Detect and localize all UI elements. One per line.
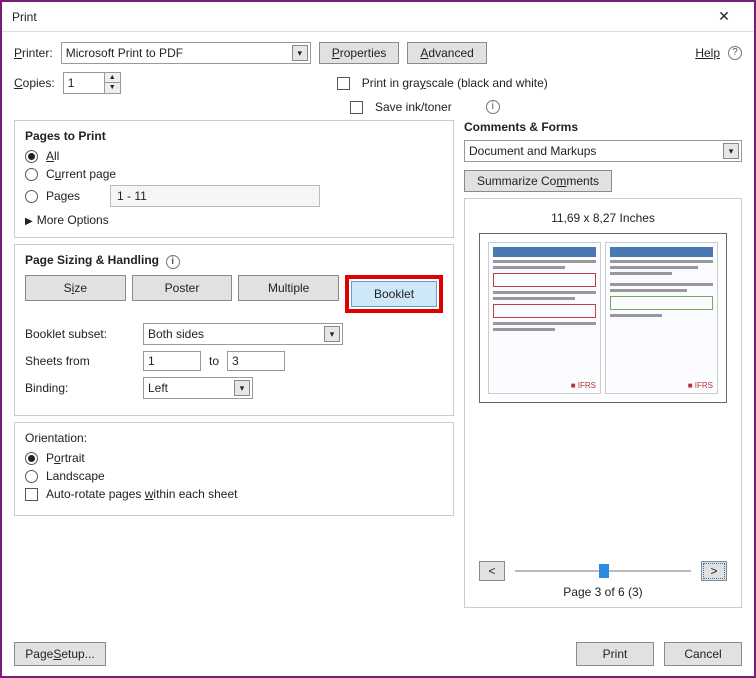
grayscale-label: Print in grayscale (black and white) <box>362 76 548 90</box>
radio-landscape[interactable] <box>25 470 38 483</box>
chevron-down-icon: ▾ <box>292 45 308 61</box>
saveink-label: Save ink/toner <box>375 100 452 114</box>
grayscale-checkbox[interactable] <box>337 77 350 90</box>
comments-select[interactable]: Document and Markups▾ <box>464 140 742 162</box>
properties-button[interactable]: Properties <box>319 42 400 64</box>
preview-logo: ■ IFRS <box>688 381 713 390</box>
triangle-right-icon: ▶ <box>25 216 33 227</box>
close-icon[interactable]: ✕ <box>704 8 744 25</box>
preview-slider[interactable] <box>515 561 691 581</box>
binding-select[interactable]: Left▾ <box>143 377 253 399</box>
autorotate-label: Auto-rotate pages within each sheet <box>46 487 237 501</box>
multiple-button[interactable]: Multiple <box>238 275 339 301</box>
orientation-title: Orientation: <box>25 431 87 445</box>
copies-label: Copies: <box>14 76 55 90</box>
sizing-group: Page Sizing & Handling i Size Poster Mul… <box>14 244 454 416</box>
preview-area: 11,69 x 8,27 Inches ■ IFRS <box>464 198 742 608</box>
sheets-from-input[interactable]: 1 <box>143 351 201 371</box>
dialog-footer: Page Setup... Print Cancel <box>14 642 742 666</box>
cancel-button[interactable]: Cancel <box>664 642 742 666</box>
spin-up-icon[interactable]: ▲ <box>105 73 120 83</box>
preview-next-button[interactable]: > <box>701 561 727 581</box>
preview-slide-left: ■ IFRS <box>488 242 601 394</box>
page-setup-button[interactable]: Page Setup... <box>14 642 106 666</box>
radio-all-label: All <box>46 149 59 163</box>
radio-pages-label: Pages <box>46 189 106 203</box>
help-info-icon[interactable]: ? <box>728 46 742 60</box>
sheets-to-input[interactable]: 3 <box>227 351 285 371</box>
autorotate-checkbox[interactable] <box>25 488 38 501</box>
copies-spinner[interactable]: ▲▼ <box>63 72 121 94</box>
pages-title: Pages to Print <box>25 129 443 143</box>
preview-prev-button[interactable]: < <box>479 561 505 581</box>
printer-select[interactable]: Microsoft Print to PDF ▾ <box>61 42 311 64</box>
pages-to-print-group: Pages to Print All Current page Pages 1 … <box>14 120 454 238</box>
saveink-info-icon[interactable]: i <box>486 100 500 114</box>
sheets-from-label: Sheets from <box>25 354 135 368</box>
landscape-label: Landscape <box>46 469 105 483</box>
preview-dimensions: 11,69 x 8,27 Inches <box>473 211 733 225</box>
subset-select[interactable]: Both sides▾ <box>143 323 343 345</box>
preview-canvas: ■ IFRS ■ IFRS <box>479 233 727 403</box>
radio-pages[interactable] <box>25 190 38 203</box>
help-link[interactable]: Help <box>695 46 720 60</box>
printer-label: Printer: <box>14 46 53 60</box>
radio-current[interactable] <box>25 168 38 181</box>
booklet-button[interactable]: Booklet <box>351 281 437 307</box>
sheets-to-label: to <box>209 354 219 368</box>
subset-label: Booklet subset: <box>25 327 135 341</box>
spin-down-icon[interactable]: ▼ <box>105 83 120 93</box>
saveink-checkbox[interactable] <box>350 101 363 114</box>
titlebar: Print ✕ <box>2 2 754 32</box>
summarize-button[interactable]: Summarize Comments <box>464 170 612 192</box>
comments-title: Comments & Forms <box>464 120 742 134</box>
sizing-title: Page Sizing & Handling i <box>25 253 443 269</box>
preview-logo: ■ IFRS <box>571 381 596 390</box>
radio-all[interactable] <box>25 150 38 163</box>
preview-slide-right: ■ IFRS <box>605 242 718 394</box>
copies-input[interactable] <box>64 73 104 93</box>
window-title: Print <box>12 10 704 24</box>
more-options-toggle[interactable]: ▶More Options <box>25 213 443 227</box>
dialog-body: Printer: Microsoft Print to PDF ▾ Proper… <box>2 32 754 618</box>
size-button[interactable]: Size <box>25 275 126 301</box>
radio-portrait[interactable] <box>25 452 38 465</box>
print-button[interactable]: Print <box>576 642 654 666</box>
sizing-info-icon[interactable]: i <box>166 255 180 269</box>
chevron-down-icon: ▾ <box>234 380 250 396</box>
highlight-box: Booklet <box>345 275 443 313</box>
printer-value: Microsoft Print to PDF <box>66 46 183 60</box>
chevron-down-icon: ▾ <box>723 143 739 159</box>
poster-button[interactable]: Poster <box>132 275 233 301</box>
chevron-down-icon: ▾ <box>324 326 340 342</box>
orientation-group: Orientation: Portrait Landscape Auto-rot… <box>14 422 454 516</box>
preview-page-label: Page 3 of 6 (3) <box>473 585 733 599</box>
advanced-button[interactable]: Advanced <box>407 42 486 64</box>
radio-current-label: Current page <box>46 167 116 181</box>
binding-label: Binding: <box>25 381 135 395</box>
pages-range-input[interactable]: 1 - 11 <box>110 185 320 207</box>
slider-thumb[interactable] <box>599 564 609 578</box>
portrait-label: Portrait <box>46 451 85 465</box>
